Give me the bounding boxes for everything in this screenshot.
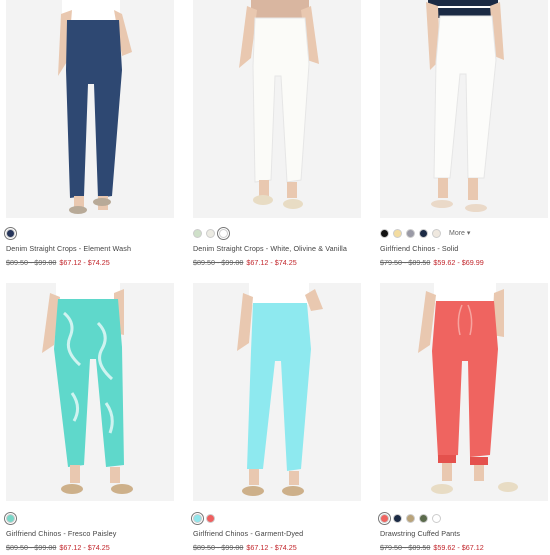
product-image[interactable] bbox=[380, 283, 548, 501]
color-swatches: More ▾ bbox=[380, 227, 470, 239]
product-price: $79.50 - $89.50 $59.62 - $67.12 bbox=[380, 543, 484, 552]
sale-price: $67.12 - $74.25 bbox=[246, 543, 297, 552]
product-image[interactable] bbox=[6, 0, 174, 218]
color-swatch[interactable] bbox=[191, 511, 204, 525]
color-swatch[interactable] bbox=[217, 226, 230, 240]
original-price: $79.50 - $89.50 bbox=[380, 543, 431, 552]
original-price: $89.50 - $99.00 bbox=[193, 543, 244, 552]
product-name[interactable]: Girlfriend Chinos - Solid bbox=[380, 244, 458, 253]
product-grid: Denim Straight Crops - Element Wash $89.… bbox=[0, 0, 550, 555]
color-swatch[interactable] bbox=[419, 228, 428, 238]
color-swatch[interactable] bbox=[432, 513, 441, 523]
product-name[interactable]: Girlfriend Chinos - Garment-Dyed bbox=[193, 529, 303, 538]
product-name[interactable]: Girlfriend Chinos - Fresco Paisley bbox=[6, 529, 116, 538]
color-swatch[interactable] bbox=[206, 513, 215, 523]
product-price: $79.50 - $89.50 $59.62 - $69.99 bbox=[380, 258, 484, 267]
original-price: $89.50 - $99.00 bbox=[193, 258, 244, 267]
color-swatch[interactable] bbox=[4, 511, 17, 525]
color-swatches bbox=[193, 226, 230, 240]
product-name[interactable]: Denim Straight Crops - Element Wash bbox=[6, 244, 131, 253]
product-image[interactable] bbox=[6, 283, 174, 501]
color-swatch[interactable] bbox=[393, 228, 402, 238]
product-image[interactable] bbox=[193, 0, 361, 218]
color-swatch[interactable] bbox=[406, 228, 415, 238]
color-swatch[interactable] bbox=[380, 228, 389, 238]
more-colors-link[interactable]: More ▾ bbox=[449, 229, 470, 237]
product-price: $89.50 - $99.00 $67.12 - $74.25 bbox=[193, 258, 297, 267]
sale-price: $67.12 - $74.25 bbox=[59, 543, 110, 552]
color-swatches bbox=[191, 511, 215, 525]
color-swatch[interactable] bbox=[406, 513, 415, 523]
color-swatches bbox=[4, 226, 17, 240]
color-swatches bbox=[4, 511, 17, 525]
product-price: $89.50 - $99.00 $67.12 - $74.25 bbox=[6, 543, 110, 552]
color-swatch[interactable] bbox=[432, 228, 441, 238]
sale-price: $59.62 - $67.12 bbox=[433, 543, 484, 552]
original-price: $89.50 - $99.00 bbox=[6, 543, 57, 552]
product-image[interactable] bbox=[380, 0, 548, 218]
color-swatch[interactable] bbox=[393, 513, 402, 523]
product-price: $89.50 - $99.00 $67.12 - $74.25 bbox=[6, 258, 110, 267]
original-price: $89.50 - $99.00 bbox=[6, 258, 57, 267]
color-swatch[interactable] bbox=[378, 511, 391, 525]
product-name[interactable]: Drawstring Cuffed Pants bbox=[380, 529, 460, 538]
color-swatch[interactable] bbox=[206, 228, 215, 238]
color-swatch[interactable] bbox=[193, 228, 202, 238]
color-swatch[interactable] bbox=[419, 513, 428, 523]
original-price: $79.50 - $89.50 bbox=[380, 258, 431, 267]
color-swatches bbox=[378, 511, 441, 525]
product-name[interactable]: Denim Straight Crops - White, Olivine & … bbox=[193, 244, 347, 253]
color-swatch[interactable] bbox=[4, 226, 17, 240]
product-price: $89.50 - $99.00 $67.12 - $74.25 bbox=[193, 543, 297, 552]
product-image[interactable] bbox=[193, 283, 361, 501]
sale-price: $67.12 - $74.25 bbox=[246, 258, 297, 267]
sale-price: $59.62 - $69.99 bbox=[433, 258, 484, 267]
sale-price: $67.12 - $74.25 bbox=[59, 258, 110, 267]
